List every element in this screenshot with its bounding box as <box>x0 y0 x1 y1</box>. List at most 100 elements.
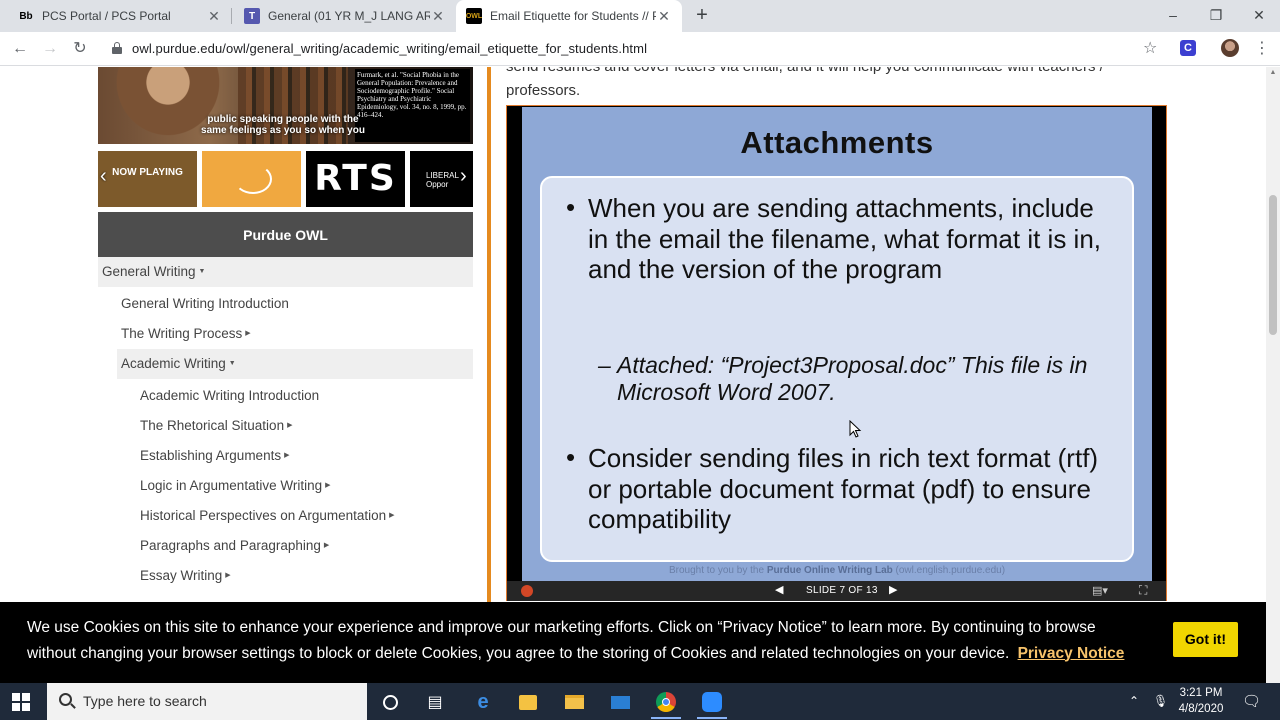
blackboard-icon: Bb <box>19 10 33 22</box>
store-icon[interactable] <box>515 689 541 715</box>
mouse-cursor-icon <box>849 420 862 438</box>
slide: Attachments • When you are sending attac… <box>522 107 1152 581</box>
sidebar-item[interactable]: Logic in Argumentative Writing ▶ <box>140 471 473 501</box>
minimize-icon[interactable]: – <box>1151 0 1195 32</box>
bookmark-star-icon[interactable]: ☆ <box>1143 38 1157 58</box>
url-text[interactable]: owl.purdue.edu/owl/general_writing/acade… <box>132 35 647 63</box>
close-tab-icon[interactable]: ✕ <box>656 8 672 25</box>
address-bar[interactable]: owl.purdue.edu/owl/general_writing/acade… <box>102 35 1170 63</box>
cortana-icon[interactable] <box>377 689 403 715</box>
sidebar-item-label: Academic Writing Introduction <box>140 388 320 403</box>
tab-pcs-portal[interactable]: Bb PCS Portal / PCS Portal ✕ <box>8 0 232 32</box>
sidebar-item[interactable]: Academic Writing Introduction <box>140 381 473 411</box>
carousel-next-icon[interactable]: › <box>460 165 467 188</box>
lock-icon <box>112 42 122 54</box>
zoom-running-indicator <box>697 717 727 719</box>
slide-sub-bullet: Attached: “Project3Proposal.doc” This fi… <box>617 352 1088 405</box>
notes-menu-icon[interactable]: ▤▾ <box>1092 584 1108 597</box>
slideshow-embed[interactable]: Attachments • When you are sending attac… <box>506 105 1167 601</box>
zoom-icon[interactable] <box>699 689 725 715</box>
window-close-icon[interactable]: ✕ <box>1237 0 1280 32</box>
scroll-thumb[interactable] <box>1269 195 1277 335</box>
mail-icon[interactable] <box>607 689 633 715</box>
page-scrollbar[interactable]: ▲ <box>1266 67 1280 683</box>
fullscreen-icon[interactable]: ⛶ <box>1139 583 1147 598</box>
microphone-icon[interactable]: 🎙 <box>1153 683 1168 720</box>
profile-avatar[interactable] <box>1221 39 1239 57</box>
sidebar-item[interactable]: Academic Writing ▼ <box>117 349 473 379</box>
forward-arrow-icon[interactable]: → <box>38 37 62 61</box>
tab-email-etiquette[interactable]: OWL Email Etiquette for Students // Pu ✕ <box>456 0 682 32</box>
sidebar-item-label: General Writing Introduction <box>121 296 289 311</box>
sidebar-item[interactable]: Historical Perspectives on Argumentation… <box>140 501 473 531</box>
caret-right-icon: ▶ <box>284 452 290 460</box>
slide-bullet-2: Consider sending files in rich text form… <box>588 443 1099 534</box>
tab-title: Email Etiquette for Students // Pu <box>490 9 656 23</box>
extension-icon[interactable]: C <box>1180 40 1196 56</box>
sidebar-item[interactable]: Essay Writing ▶ <box>140 561 473 591</box>
sidebar-header[interactable]: Purdue OWL <box>98 212 473 258</box>
chrome-icon[interactable] <box>653 689 679 715</box>
video-carousel: NOW PLAYING RTS LIBERAL Oppor ‹ › <box>98 151 473 207</box>
sidebar-item[interactable]: General Writing ▼ <box>98 257 473 287</box>
sidebar-item-label: General Writing <box>102 264 196 279</box>
next-slide-icon[interactable]: ▶ <box>889 583 897 596</box>
windows-start-icon[interactable] <box>12 693 30 711</box>
file-explorer-icon[interactable] <box>561 689 587 715</box>
previous-slide-icon[interactable]: ◀ <box>775 583 783 596</box>
now-playing-label: NOW PLAYING <box>112 167 183 178</box>
scroll-up-icon[interactable]: ▲ <box>1266 69 1280 76</box>
caret-right-icon: ▶ <box>325 482 331 490</box>
slideshow-controls: ◀ SLIDE 7 OF 13 ▶ ▤▾ ⛶ <box>507 581 1166 601</box>
purdue-owl-icon: OWL <box>466 8 482 24</box>
sidebar-item-label: Historical Perspectives on Argumentation <box>140 508 387 523</box>
slide-counter: SLIDE 7 OF 13 <box>806 585 878 596</box>
tab-title: General (01 YR M_J LANG ARTS 3 <box>268 9 430 23</box>
video-player[interactable]: Furmark, et al. "Social Phobia in the Ge… <box>98 67 473 144</box>
intro-line-1: send resumes and cover letters via email… <box>506 67 1106 79</box>
sidebar-item[interactable]: General Writing Introduction <box>121 289 473 319</box>
sub-bullet-dash: – <box>598 352 611 378</box>
taskbar-search-box[interactable]: Type here to search <box>47 683 367 720</box>
clock-time: 3:21 PM <box>1179 687 1223 699</box>
sidebar-item[interactable]: The Writing Process ▶ <box>121 319 473 349</box>
tab-separator <box>231 8 232 24</box>
privacy-notice-link[interactable]: Privacy Notice <box>1018 645 1125 662</box>
task-view-icon[interactable]: ▤ <box>422 689 448 715</box>
carousel-item-now-playing[interactable]: NOW PLAYING <box>98 151 197 207</box>
intro-paragraph: send resumes and cover letters via email… <box>506 67 1106 103</box>
notifications-icon[interactable]: 🗨 <box>1242 683 1261 720</box>
sidebar-item-label: The Rhetorical Situation <box>140 418 285 433</box>
new-tab-button[interactable]: + <box>690 4 714 28</box>
edge-icon[interactable]: e <box>470 689 496 715</box>
close-tab-icon[interactable]: ✕ <box>430 8 446 25</box>
carousel-prev-icon[interactable]: ‹ <box>100 165 107 188</box>
caret-right-icon: ▶ <box>323 542 330 550</box>
sidebar-item[interactable]: The Rhetorical Situation ▶ <box>140 411 473 441</box>
back-arrow-icon[interactable]: ← <box>8 37 32 61</box>
tray-overflow-icon[interactable]: ⌃ <box>1129 683 1139 720</box>
browser-menu-icon[interactable]: ⋮ <box>1254 38 1270 58</box>
cookie-accept-button[interactable]: Got it! <box>1173 622 1238 657</box>
taskbar-clock[interactable]: 3:21 PM 4/8/2020 <box>1178 685 1224 717</box>
slide-content-box: • When you are sending attachments, incl… <box>540 176 1134 562</box>
carousel-item-2[interactable] <box>202 151 301 207</box>
caret-right-icon: ▶ <box>245 330 251 338</box>
slide-title: Attachments <box>740 125 934 160</box>
loading-spinner-icon <box>234 164 272 194</box>
maximize-icon[interactable]: ❐ <box>1194 0 1238 32</box>
teams-icon: T <box>244 8 260 24</box>
caret-down-icon: ▼ <box>198 268 206 276</box>
sidebar-item[interactable]: Paragraphs and Paragraphing ▶ <box>140 531 473 561</box>
sidebar-item-label: The Writing Process <box>121 326 243 341</box>
powerpoint-icon <box>521 585 533 597</box>
bullet-dot: • <box>566 192 576 222</box>
chrome-running-indicator <box>651 717 681 719</box>
tab-teams-general[interactable]: T General (01 YR M_J LANG ARTS 3 ✕ <box>234 0 456 32</box>
reload-icon[interactable]: ↻ <box>68 37 92 61</box>
sidebar-item[interactable]: Establishing Arguments ▶ <box>140 441 473 471</box>
carousel-item-3[interactable]: RTS <box>306 151 405 207</box>
close-tab-icon[interactable]: ✕ <box>206 8 222 25</box>
credit-name: Purdue Online Writing Lab <box>766 565 893 576</box>
bullet-dot: • <box>566 442 576 472</box>
